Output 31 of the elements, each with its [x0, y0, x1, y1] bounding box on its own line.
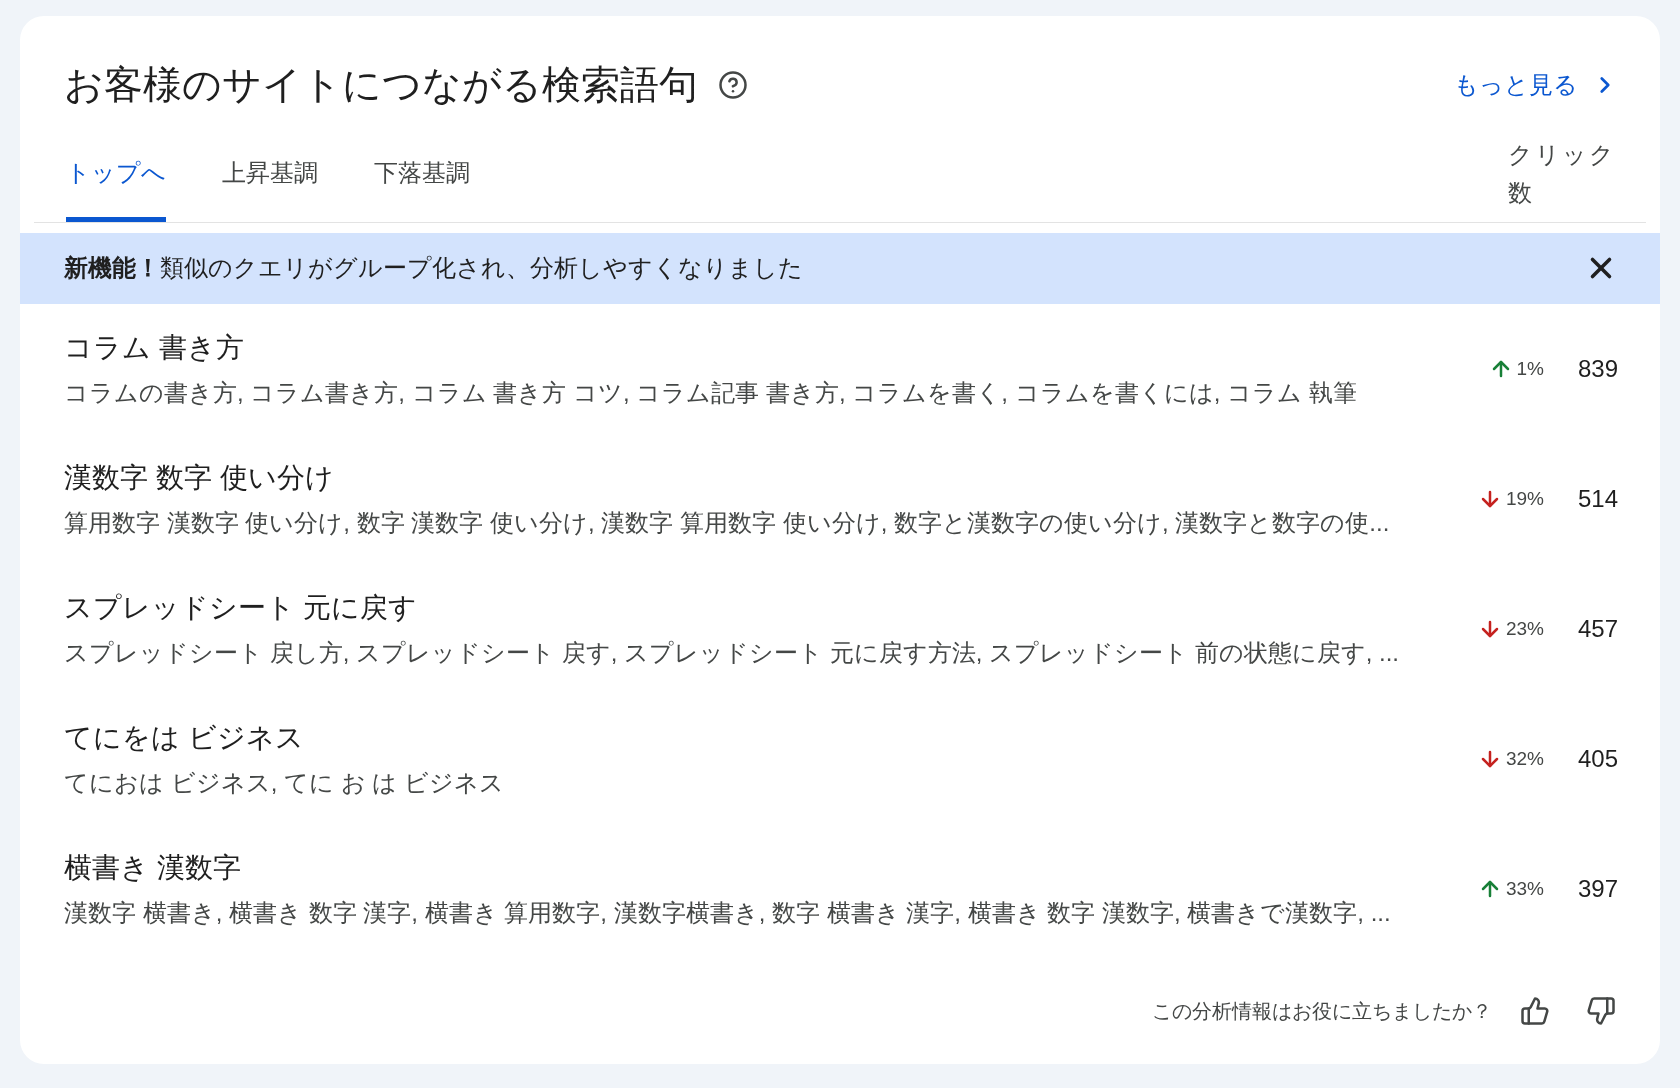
column-header: クリック数 — [1508, 139, 1617, 208]
click-count: 397 — [1576, 873, 1618, 904]
change-percent: 1% — [1516, 356, 1544, 381]
banner-text: 新機能！類似のクエリがグループ化され、分析しやすくなりました — [64, 253, 803, 284]
thumbs-up-icon[interactable] — [1520, 995, 1550, 1026]
feedback-question: この分析情報はお役に立ちましたか？ — [1152, 998, 1492, 1024]
query-title[interactable]: スプレッドシート 元に戻す — [64, 586, 1434, 629]
change-percent: 19% — [1505, 486, 1544, 511]
query-title[interactable]: 横書き 漢数字 — [64, 846, 1434, 889]
click-count: 405 — [1576, 743, 1618, 774]
click-count: 514 — [1576, 483, 1618, 514]
related-queries: 算用数字 漢数字 使い分け, 数字 漢数字 使い分け, 漢数字 算用数字 使い分け, 数字と漢数字の使い分け, 漢数字と数字の使... — [64, 507, 1391, 538]
query-title[interactable]: てにをは ビジネス — [64, 716, 1434, 759]
related-queries: 漢数字 横書き, 横書き 数字 漢字, 横書き 算用数字, 漢数字横書き, 数字 横書き 漢字, 横書き 数字 漢数字, 横書きで漢数字, ... — [64, 897, 1392, 928]
change-percent: 33% — [1505, 876, 1544, 901]
tab[interactable]: 下落基調 — [374, 154, 470, 222]
related-queries: てにおは ビジネス, てに お は ビジネス — [64, 767, 505, 798]
help-icon[interactable] — [718, 69, 748, 100]
card-title: お客様のサイトにつながる検索語句 — [64, 62, 698, 108]
see-more-link[interactable]: もっと見る — [1454, 66, 1618, 103]
change-percent: 23% — [1505, 616, 1544, 641]
query-title[interactable]: 漢数字 数字 使い分け — [64, 456, 1434, 499]
tab[interactable]: 上昇基調 — [222, 154, 318, 222]
change-percent: 32% — [1505, 746, 1544, 771]
related-queries: スプレッドシート 戻し方, スプレッドシート 戻す, スプレッドシート 元に戻す方法, スプレッドシート 前の状態に戻す, ... — [64, 637, 1401, 668]
related-queries: コラムの書き方, コラム書き方, コラム 書き方 コツ, コラム記事 書き方, コラムを書く, コラムを書くには, コラム 執筆 — [64, 377, 1358, 408]
thumbs-down-icon[interactable] — [1586, 995, 1616, 1026]
query-title[interactable]: コラム 書き方 — [64, 326, 1434, 369]
click-count: 457 — [1576, 613, 1618, 644]
click-count: 839 — [1576, 353, 1618, 384]
tab[interactable]: トップへ — [66, 154, 166, 222]
